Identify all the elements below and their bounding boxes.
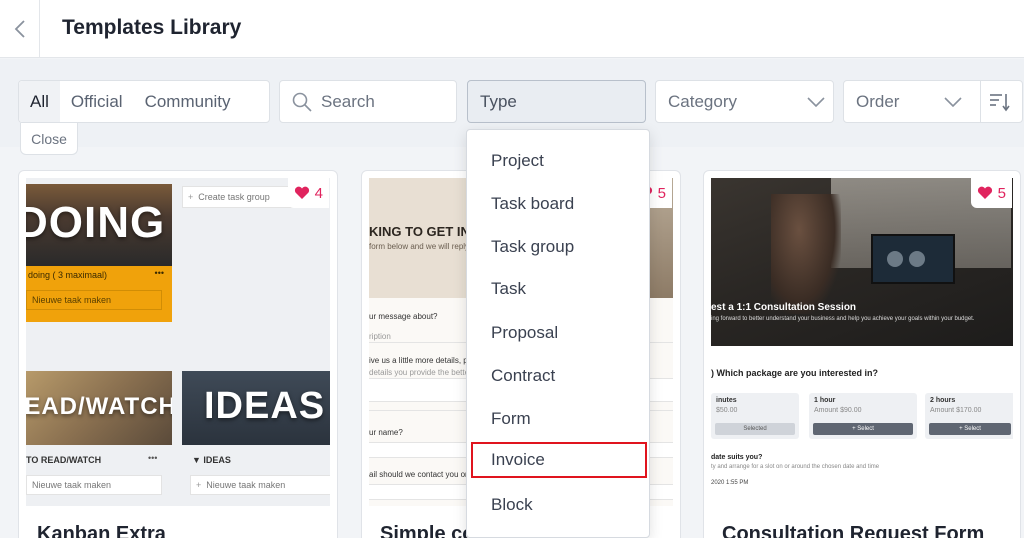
type-option-task[interactable]: Task [467, 271, 649, 307]
package-select-button: + Select [929, 423, 1011, 435]
search-icon [292, 92, 312, 112]
package-amount: $50.00 [716, 407, 738, 414]
monitor-dial [887, 251, 903, 267]
type-option-project[interactable]: Project [467, 143, 649, 179]
plus-icon: + [196, 480, 202, 490]
package-option: inutes $50.00 Selected [711, 393, 799, 439]
source-tabs: All Official Community [18, 80, 270, 123]
search-placeholder: Search [321, 91, 375, 111]
ideas-image: IDEAS [182, 371, 330, 445]
package-select-button: Selected [715, 423, 795, 435]
package-option: 1 hour Amount $90.00 + Select [809, 393, 917, 439]
chevron-left-icon [14, 20, 25, 38]
consultation-subline: ing forward to better understand your bu… [711, 316, 975, 322]
doing-subtitle: doing ( 3 maximaal) [28, 270, 108, 280]
likes-count: 4 [314, 184, 323, 202]
template-thumbnail: est a 1:1 Consultation Session ing forwa… [711, 178, 1013, 506]
date-value: 2020 1:55 PM [711, 480, 749, 486]
template-title: Consultation Request Form [722, 523, 985, 538]
doing-image: DOING [26, 184, 172, 266]
doing-label: DOING [26, 198, 166, 247]
consultation-headline: est a 1:1 Consultation Session [711, 302, 857, 313]
likes-badge[interactable]: 4 [287, 178, 329, 208]
category-select-label: Category [668, 91, 737, 111]
type-select[interactable]: Type [467, 80, 646, 123]
form-question: ail should we contact you on? [369, 470, 474, 479]
header: Templates Library [0, 0, 1024, 58]
person-silhouette [771, 194, 841, 314]
package-option: 2 hours Amount $170.00 + Select [925, 393, 1013, 439]
type-option-proposal[interactable]: Proposal [467, 315, 649, 351]
tab-official[interactable]: Official [60, 81, 134, 122]
template-title: Simple co [380, 523, 475, 538]
likes-count: 5 [657, 184, 666, 202]
create-task-group-label: Create task group [198, 192, 270, 202]
package-select-button: + Select [813, 423, 913, 435]
type-option-form[interactable]: Form [467, 401, 649, 437]
page-title: Templates Library [62, 16, 242, 39]
type-option-task-board[interactable]: Task board [467, 186, 649, 222]
back-button[interactable] [0, 0, 40, 58]
likes-count: 5 [997, 184, 1006, 202]
new-task-input: Nieuwe taak maken [26, 290, 162, 310]
search-input[interactable]: Search [279, 80, 457, 123]
doing-column: doing ( 3 maximaal) ••• Nieuwe taak make… [26, 266, 172, 322]
form-question: ive us a little more details, plea [369, 356, 479, 365]
readwatch-label: READ/WATCH [26, 393, 172, 420]
type-option-invoice[interactable]: Invoice [471, 442, 647, 478]
date-question: date suits you? [711, 454, 763, 461]
template-card-kanban-extra[interactable]: DOING doing ( 3 maximaal) ••• Nieuwe taa… [18, 170, 338, 538]
form-subheading: form below and we will reply a [369, 242, 476, 251]
type-option-contract[interactable]: Contract [467, 358, 649, 394]
new-task-input: Nieuwe taak maken [26, 475, 162, 495]
template-title: Kanban Extra [37, 523, 166, 538]
sort-icon[interactable] [989, 92, 1011, 112]
type-select-label: Type [480, 91, 517, 111]
date-hint: ty and arrange for a slot on or around t… [711, 464, 880, 470]
form-question: ur name? [369, 428, 403, 437]
ideas-label: IDEAS [204, 385, 326, 427]
ideas-column-title: ▼ IDEAS [192, 455, 231, 465]
template-thumbnail: DOING doing ( 3 maximaal) ••• Nieuwe taa… [26, 178, 330, 506]
ideas-column-label: IDEAS [203, 455, 231, 465]
tab-all[interactable]: All [19, 81, 60, 122]
type-dropdown-menu: Project Task board Task group Task Propo… [466, 129, 650, 538]
readwatch-column-title: TO READ/WATCH [26, 455, 102, 465]
template-card-consultation-request-form[interactable]: est a 1:1 Consultation Session ing forwa… [703, 170, 1021, 538]
likes-badge[interactable]: 5 [970, 178, 1012, 208]
consultation-header-image: est a 1:1 Consultation Session ing forwa… [711, 178, 1013, 346]
package-name: inutes [716, 397, 737, 404]
form-question: ur message about? [369, 312, 438, 321]
heart-icon [294, 186, 309, 199]
package-question: ) Which package are you interested in? [711, 368, 879, 378]
form-heading: KING TO GET IN T [369, 224, 482, 239]
package-name: 1 hour [814, 397, 836, 404]
order-select-label: Order [856, 91, 900, 111]
category-select[interactable]: Category [655, 80, 834, 123]
type-option-block[interactable]: Block [467, 487, 649, 523]
more-dots: ••• [148, 453, 158, 463]
package-amount: Amount $170.00 [930, 407, 982, 414]
monitor [871, 234, 955, 284]
order-divider [980, 80, 981, 123]
package-amount: Amount $90.00 [814, 407, 862, 414]
package-name: 2 hours [930, 397, 956, 404]
more-dots: ••• [154, 268, 164, 278]
chevron-down-icon [807, 96, 825, 107]
monitor-dial [909, 251, 925, 267]
close-filters-button[interactable]: Close [20, 123, 78, 155]
readwatch-image: READ/WATCH [26, 371, 172, 445]
tab-community[interactable]: Community [134, 81, 242, 122]
heart-icon [977, 186, 992, 199]
new-task-input: + Nieuwe taak maken [190, 475, 330, 495]
chevron-down-icon [944, 96, 962, 107]
plus-icon: + [188, 192, 194, 202]
form-hint: ription [369, 332, 391, 341]
new-task-label: Nieuwe taak maken [206, 480, 286, 490]
order-select[interactable]: Order [843, 80, 1023, 123]
type-option-task-group[interactable]: Task group [467, 229, 649, 265]
